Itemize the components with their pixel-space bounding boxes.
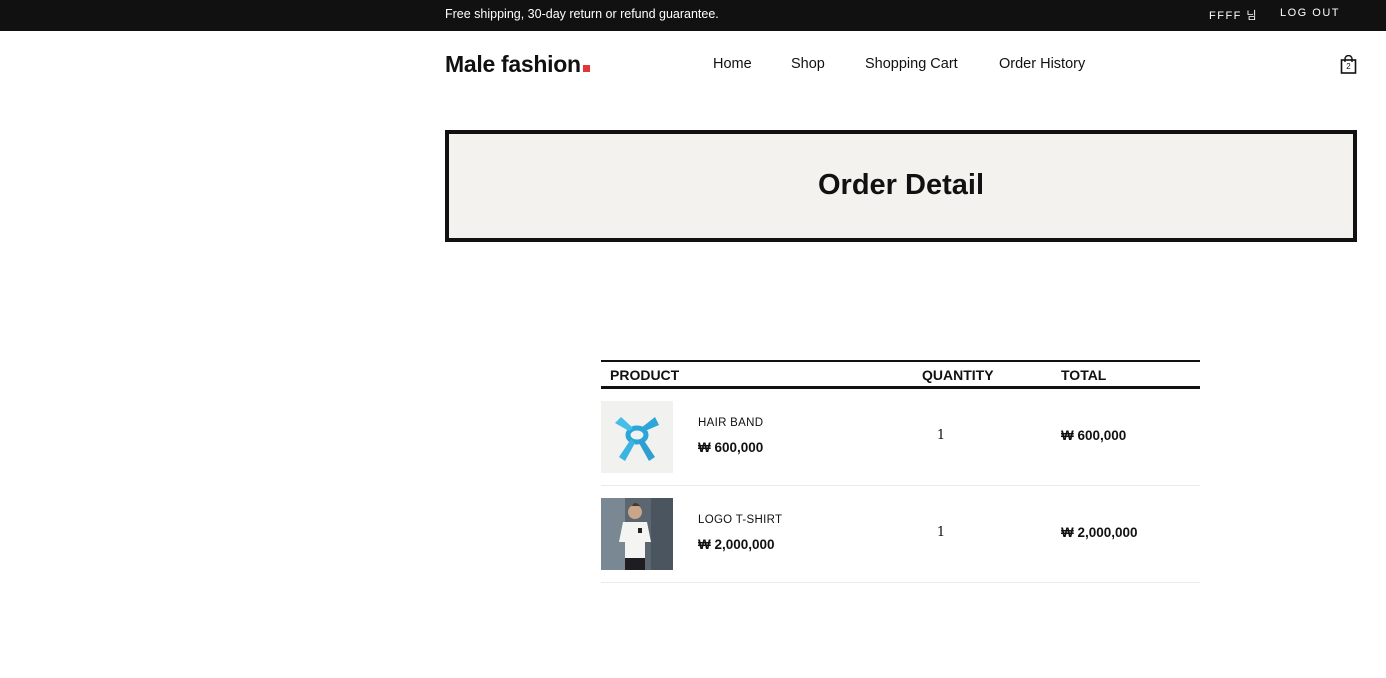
product-price: ₩ 2,000,000 (698, 537, 775, 552)
table-row: HAIR BAND ₩ 600,000 1 ₩ 600,000 (601, 389, 1200, 486)
header-total: TOTAL (1061, 367, 1107, 383)
table-header: PRODUCT QUANTITY TOTAL (601, 360, 1200, 389)
product-name: LOGO T-SHIRT (698, 514, 783, 526)
product-total: ₩ 2,000,000 (1061, 525, 1138, 540)
product-quantity: 1 (936, 428, 946, 443)
logo-dot (582, 65, 590, 72)
logout-link[interactable]: LOG OUT (1280, 7, 1340, 19)
logo-text: Male fashion (445, 51, 581, 77)
nav-home[interactable]: Home (713, 56, 752, 72)
top-bar: Free shipping, 30-day return or refund g… (0, 0, 1386, 31)
order-detail-table: PRODUCT QUANTITY TOTAL HAIR BAND ₩ 600,0… (601, 360, 1200, 583)
page-title-banner: Order Detail (445, 130, 1357, 242)
table-row: LOGO T-SHIRT ₩ 2,000,000 1 ₩ 2,000,000 (601, 486, 1200, 583)
nav-order-history[interactable]: Order History (999, 56, 1085, 72)
hair-band-image (601, 401, 673, 473)
page-title: Order Detail (818, 169, 984, 201)
product-quantity: 1 (936, 525, 946, 540)
header: Male fashion Home Shop Shopping Cart Ord… (0, 31, 1386, 97)
logo-tshirt-image (601, 498, 673, 570)
cart-count: 2 (1346, 62, 1351, 71)
header-product: PRODUCT (610, 367, 680, 383)
logo[interactable]: Male fashion (445, 51, 590, 78)
nav-shop[interactable]: Shop (791, 56, 825, 72)
nav-shopping-cart[interactable]: Shopping Cart (865, 56, 958, 72)
shopping-bag-icon[interactable]: 2 (1340, 54, 1357, 74)
header-quantity: QUANTITY (922, 367, 994, 383)
username: FFFF 님 (1209, 10, 1259, 22)
promo-text: Free shipping, 30-day return or refund g… (445, 7, 719, 21)
product-name: HAIR BAND (698, 417, 764, 429)
product-total: ₩ 600,000 (1061, 428, 1127, 443)
product-price: ₩ 600,000 (698, 440, 764, 455)
